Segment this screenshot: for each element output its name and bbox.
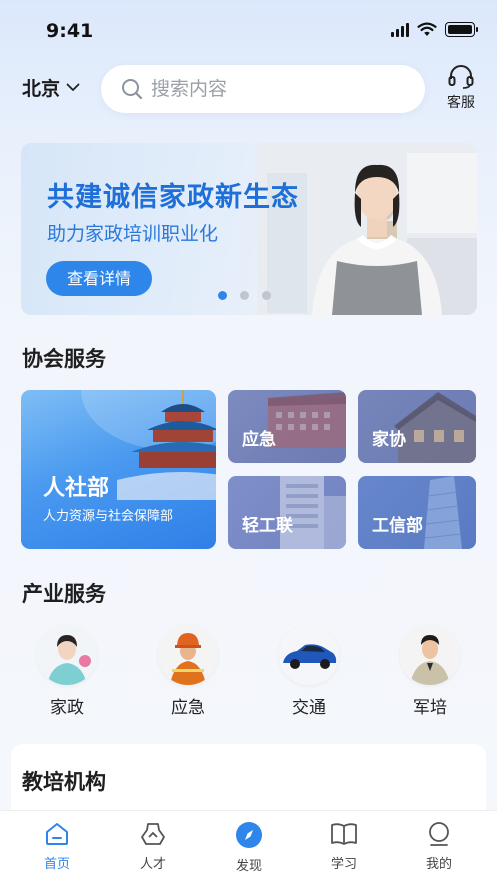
card-mohrss-title: 人社部	[43, 476, 110, 501]
industry-item-emergency[interactable]: 应急	[148, 625, 228, 718]
chevron-down-icon	[66, 83, 80, 91]
pagination-dot[interactable]	[240, 291, 249, 300]
industry-section-title: 产业服务	[22, 582, 106, 606]
card-home-association[interactable]: 家协	[358, 390, 476, 463]
industry-item-traffic[interactable]: 交通	[269, 625, 349, 718]
industry-item-label: 家政	[50, 698, 84, 718]
home-icon	[46, 823, 68, 845]
car-avatar	[279, 625, 339, 685]
card-miit-label: 工信部	[372, 516, 423, 536]
banner-subtitle: 助力家政培训职业化	[47, 223, 219, 245]
battery-icon	[445, 22, 478, 37]
tab-discover-label: 发现	[235, 859, 262, 874]
status-icons	[391, 22, 478, 37]
headset-icon	[448, 65, 474, 89]
compass-icon	[236, 822, 262, 848]
card-mohrss-subtitle: 人力资源与社会保障部	[43, 509, 174, 524]
instructor-avatar	[400, 625, 460, 685]
tab-study-label: 学习	[330, 857, 357, 872]
card-mohrss[interactable]: 人社部 人力资源与社会保障部	[21, 390, 216, 549]
industry-item-military-training[interactable]: 军培	[390, 625, 470, 718]
customer-service-label: 客服	[447, 95, 475, 111]
card-light-industry-label: 轻工联	[242, 516, 293, 536]
promo-banner[interactable]: 共建诚信家政新生态 助力家政培训职业化 查看详情	[21, 143, 477, 315]
card-light-industry[interactable]: 轻工联	[228, 476, 346, 549]
user-icon	[429, 822, 449, 846]
firefighter-avatar	[158, 625, 218, 685]
search-icon	[122, 79, 143, 100]
pagination-dot[interactable]	[262, 291, 271, 300]
banner-pagination	[218, 291, 271, 300]
tab-study[interactable]: 学习	[314, 821, 374, 872]
city-selector[interactable]: 北京	[22, 74, 80, 101]
banner-photo	[257, 143, 477, 315]
industry-item-label: 交通	[292, 698, 326, 718]
tab-mine[interactable]: 我的	[409, 821, 469, 872]
housekeeping-avatar	[37, 625, 97, 685]
search-bar[interactable]	[101, 65, 425, 113]
status-time: 9:41	[46, 20, 94, 42]
tab-talent-label: 人才	[139, 857, 166, 872]
bottom-tab-bar: 首页 人才 发现 学习 我的	[0, 810, 497, 883]
education-section-title: 教培机构	[22, 770, 106, 794]
tab-home[interactable]: 首页	[27, 821, 87, 872]
industry-services: 家政 应急 交通 军培	[0, 625, 497, 720]
search-input[interactable]	[151, 78, 391, 100]
city-label: 北京	[22, 78, 61, 100]
tab-discover[interactable]: 发现	[219, 821, 279, 874]
banner-title: 共建诚信家政新生态	[47, 182, 299, 213]
industry-item-housekeeping[interactable]: 家政	[27, 625, 107, 718]
top-bar: 北京 客服	[0, 64, 497, 114]
banner-details-button[interactable]: 查看详情	[46, 261, 152, 296]
card-miit[interactable]: 工信部	[358, 476, 476, 549]
industry-item-label: 军培	[413, 698, 447, 718]
card-home-association-label: 家协	[372, 430, 406, 450]
card-emergency[interactable]: 应急	[228, 390, 346, 463]
status-bar: 9:41	[0, 0, 497, 64]
card-emergency-label: 应急	[242, 430, 276, 450]
wifi-icon	[417, 22, 437, 36]
industry-item-label: 应急	[171, 698, 205, 718]
tab-home-label: 首页	[43, 857, 70, 872]
pagination-dot[interactable]	[218, 291, 227, 300]
tab-mine-label: 我的	[425, 857, 452, 872]
tab-talent[interactable]: 人才	[123, 821, 183, 872]
signal-icon	[391, 22, 409, 37]
talent-icon	[141, 823, 165, 845]
customer-service-button[interactable]: 客服	[441, 64, 481, 112]
association-section-title: 协会服务	[22, 347, 106, 371]
book-icon	[331, 823, 357, 845]
